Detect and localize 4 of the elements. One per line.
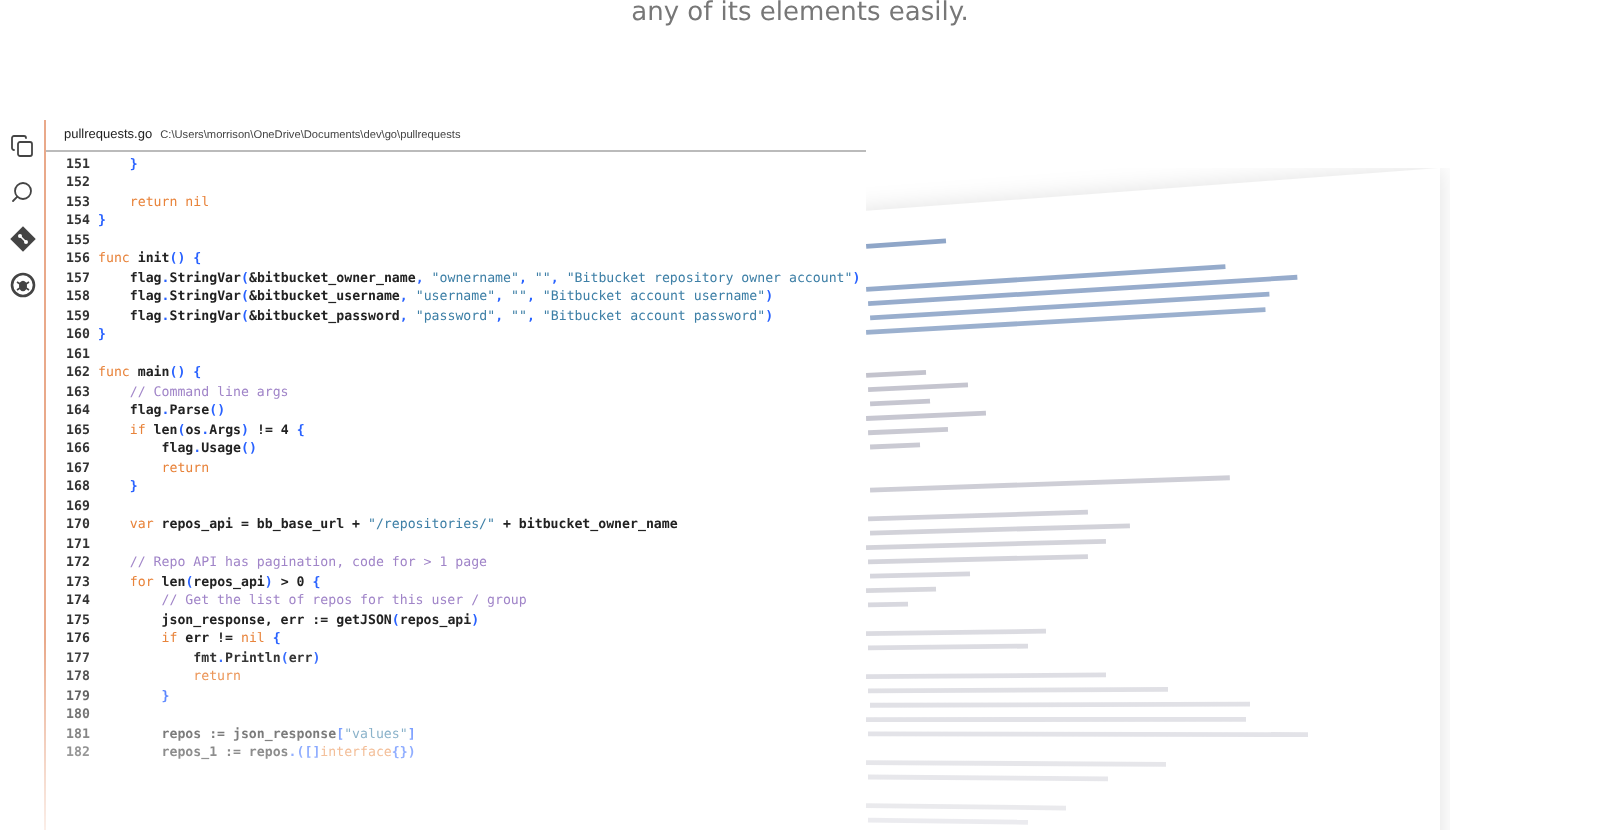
search-icon: [10, 180, 34, 204]
files-icon: [10, 134, 34, 158]
debug-icon: [9, 271, 35, 297]
caption-text: any of its elements easily.: [631, 0, 969, 28]
